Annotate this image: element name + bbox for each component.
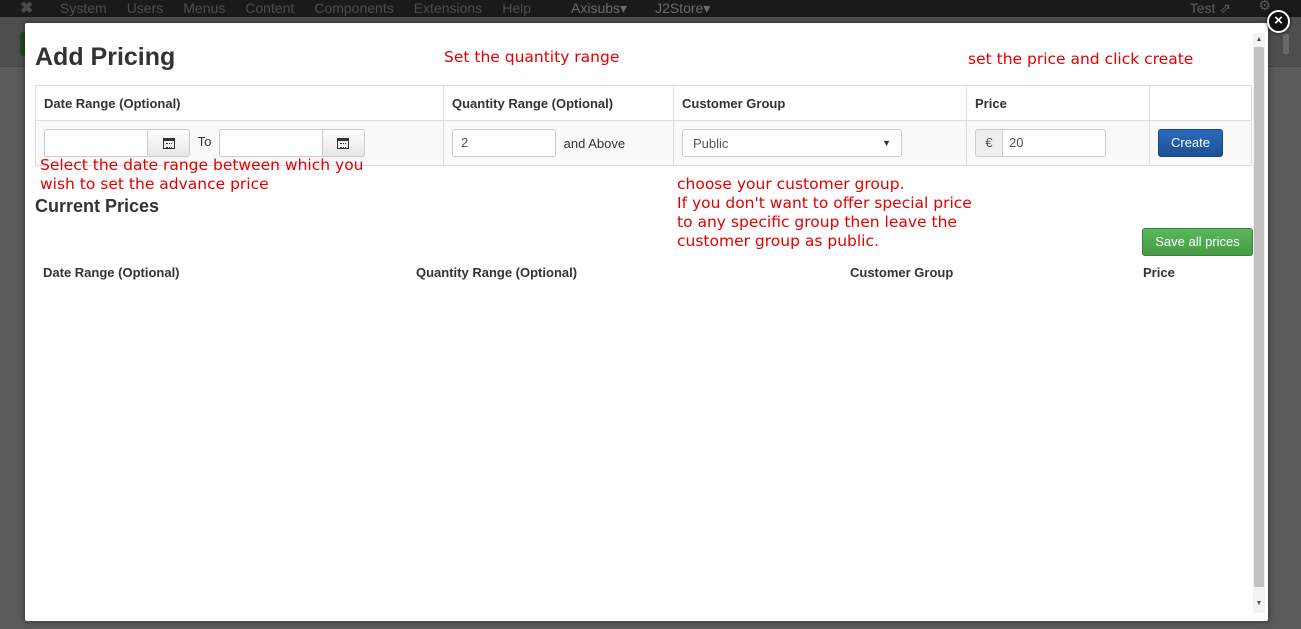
dropdown-arrow-icon: ▼ — [882, 138, 891, 148]
save-all-prices-button[interactable]: Save all prices — [1142, 228, 1253, 256]
customer-group-cell: Public ▼ — [673, 120, 967, 166]
header-action — [1149, 85, 1252, 121]
date-to-calendar-button[interactable] — [322, 129, 365, 157]
date-from-calendar-button[interactable] — [148, 129, 190, 157]
add-pricing-modal: ▲ ▼ Add Pricing Set the quantity range s… — [25, 23, 1268, 621]
add-pricing-table: Date Range (Optional) Quantity Range (Op… — [35, 85, 1252, 166]
price-cell: € 20 — [966, 120, 1150, 166]
quantity-from-input[interactable]: 2 — [452, 129, 556, 157]
menu-system[interactable]: System — [60, 0, 107, 16]
current-header-customer-group: Customer Group — [850, 265, 954, 280]
current-prices-title: Current Prices — [35, 196, 160, 216]
header-customer-group: Customer Group — [673, 85, 967, 121]
customer-group-select[interactable]: Public ▼ — [682, 129, 902, 157]
annotation-customer-group: choose your customer group. If you don't… — [677, 175, 972, 250]
background-toolbar-edge — [1283, 34, 1289, 54]
calendar-icon — [337, 137, 350, 149]
annotation-quantity: Set the quantity range — [444, 48, 620, 66]
scroll-down-arrow-icon[interactable]: ▼ — [1253, 597, 1265, 611]
header-price: Price — [966, 85, 1150, 121]
menu-content[interactable]: Content — [245, 0, 294, 16]
action-cell: Create — [1149, 120, 1252, 166]
menu-j2store[interactable]: J2Store▾ — [655, 0, 710, 16]
current-header-price: Price — [1143, 265, 1175, 280]
header-quantity-range: Quantity Range (Optional) — [443, 85, 674, 121]
scrollbar-thumb[interactable] — [1254, 47, 1264, 587]
date-from-group — [44, 129, 190, 157]
joomla-logo-icon[interactable]: ✖ — [20, 0, 33, 18]
current-header-date-range: Date Range (Optional) — [43, 265, 180, 280]
menu-components[interactable]: Components — [314, 0, 393, 16]
annotation-price: set the price and click create — [968, 50, 1194, 68]
page-title: Add Pricing — [35, 43, 176, 71]
date-to-group — [218, 129, 365, 157]
user-name: Test — [1189, 0, 1216, 16]
quantity-cell: 2 and Above — [443, 120, 674, 166]
annotation-date: Select the date range between which you … — [40, 156, 364, 193]
customer-group-selected: Public — [693, 135, 729, 151]
price-input[interactable]: 20 — [1003, 129, 1106, 157]
gear-icon[interactable]: ⚙ — [1258, 0, 1271, 14]
scroll-up-arrow-icon[interactable]: ▲ — [1253, 33, 1265, 47]
date-from-input[interactable] — [44, 129, 148, 157]
menu-help[interactable]: Help — [502, 0, 531, 16]
create-button[interactable]: Create — [1158, 129, 1223, 157]
admin-top-menu: ✖ System Users Menus Content Components … — [0, 0, 1301, 17]
current-header-quantity-range: Quantity Range (Optional) — [416, 265, 578, 280]
menu-users[interactable]: Users — [127, 0, 164, 16]
menu-menus[interactable]: Menus — [183, 0, 225, 16]
currency-symbol: € — [975, 129, 1003, 157]
to-label: To — [197, 134, 212, 150]
user-menu[interactable]: Test ⇗ — [1190, 0, 1231, 16]
calendar-icon — [162, 137, 175, 149]
and-above-label: and Above — [563, 135, 626, 151]
menu-extensions[interactable]: Extensions — [414, 0, 482, 16]
header-date-range: Date Range (Optional) — [35, 85, 444, 121]
date-to-input[interactable] — [218, 129, 323, 157]
menu-axisubs[interactable]: Axisubs▾ — [571, 0, 627, 16]
admin-menu-items: System Users Menus Content Components Ex… — [60, 0, 730, 16]
close-icon[interactable]: × — [1267, 10, 1290, 33]
price-input-group: € 20 — [975, 129, 1106, 157]
